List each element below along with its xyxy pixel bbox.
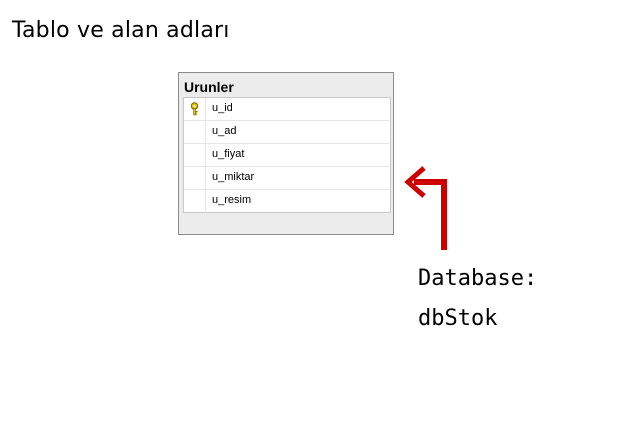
column-row[interactable]: u_ad	[184, 121, 390, 144]
red-arrow-icon	[404, 166, 447, 250]
column-name: u_fiyat	[212, 148, 245, 160]
column-row[interactable]: u_resim	[184, 190, 390, 213]
column-row[interactable]: u_fiyat	[184, 144, 390, 167]
column-row[interactable]: u_id	[184, 98, 390, 121]
table-diagram-urunler[interactable]: Urunler u_id u_ad u_fiyat u_miktar u_res…	[178, 72, 394, 235]
database-name: dbStok	[418, 306, 498, 331]
row-selector[interactable]	[184, 98, 206, 120]
column-list: u_id u_ad u_fiyat u_miktar u_resim	[183, 97, 391, 213]
page-heading: Tablo ve alan adları	[12, 18, 230, 43]
database-label: Database:	[418, 266, 538, 291]
column-name: u_id	[212, 102, 233, 114]
row-selector[interactable]	[184, 167, 206, 189]
row-selector[interactable]	[184, 121, 206, 143]
row-selector[interactable]	[184, 190, 206, 213]
column-name: u_miktar	[212, 171, 255, 183]
column-row[interactable]: u_miktar	[184, 167, 390, 190]
table-title: Urunler	[184, 79, 234, 95]
key-icon	[190, 102, 199, 116]
column-name: u_resim	[212, 194, 252, 206]
row-selector[interactable]	[184, 144, 206, 166]
column-name: u_ad	[212, 125, 237, 137]
